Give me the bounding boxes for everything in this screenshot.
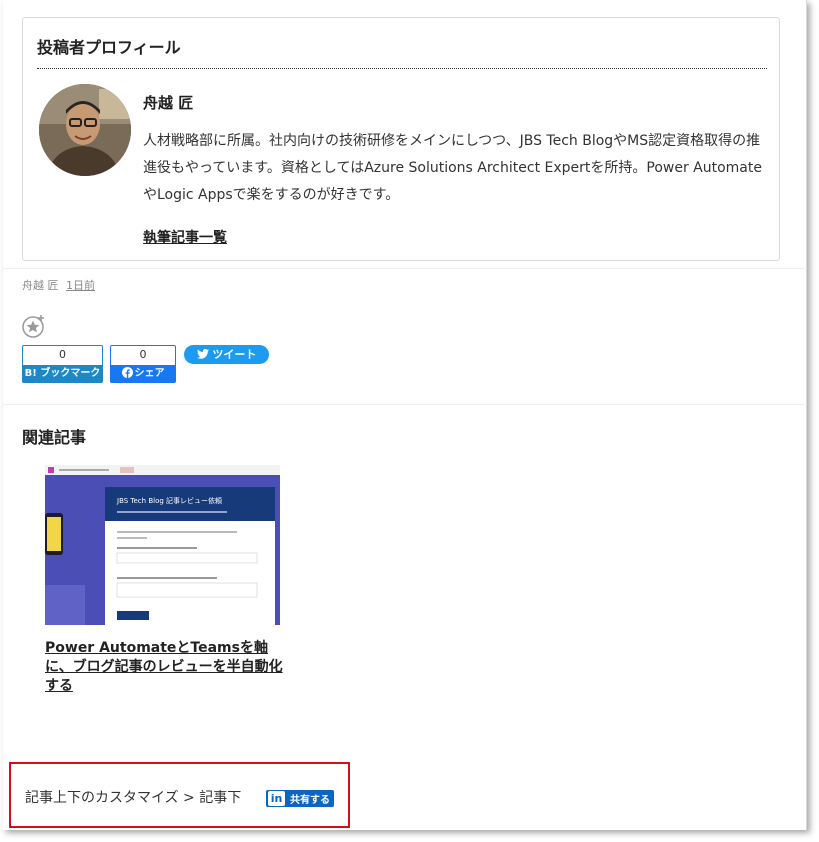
author-bio: 人材戦略部に所属。社内向けの技術研修をメインにしつつ、JBS Tech Blog… bbox=[143, 133, 762, 203]
related-article-link[interactable]: Power AutomateとTeamsを軸に、ブログ記事のレビューを半自動化す… bbox=[45, 639, 290, 696]
author-avatar bbox=[39, 84, 131, 176]
post-meta: 舟越 匠 1日前 bbox=[22, 277, 95, 293]
facebook-label: シェア bbox=[134, 368, 165, 379]
twitter-bird-icon bbox=[196, 349, 209, 359]
facebook-share-label-row: シェア bbox=[111, 365, 175, 383]
linkedin-label: 共有する bbox=[290, 795, 330, 806]
facebook-count: 0 bbox=[139, 348, 147, 361]
hatena-label: B! ブックマーク bbox=[23, 365, 102, 383]
linkedin-icon: in bbox=[268, 791, 285, 806]
facebook-icon bbox=[121, 367, 133, 378]
related-heading: 関連記事 bbox=[22, 428, 87, 447]
star-add-icon[interactable] bbox=[22, 314, 46, 338]
meta-author: 舟越 匠 bbox=[22, 279, 59, 292]
tweet-button[interactable]: ツイート bbox=[184, 345, 269, 364]
hatena-count: 0 bbox=[59, 348, 66, 361]
related-article-thumbnail[interactable]: JBS Tech Blog 記事レビュー依頼 bbox=[45, 465, 280, 625]
thumbnail-title: JBS Tech Blog 記事レビュー依頼 bbox=[116, 496, 222, 505]
page: 投稿者プロフィール 舟越 匠 人材戦略部に所属。社内向けの技術研修をメインにしつ… bbox=[3, 0, 807, 830]
divider bbox=[3, 268, 807, 269]
author-articles-link[interactable]: 執筆記事一覧 bbox=[143, 227, 227, 247]
meta-date-link[interactable]: 1日前 bbox=[66, 279, 95, 292]
customize-breadcrumb: 記事上下のカスタマイズ > 記事下 bbox=[25, 790, 242, 806]
profile-heading: 投稿者プロフィール bbox=[37, 34, 767, 69]
author-profile-box: 投稿者プロフィール 舟越 匠 人材戦略部に所属。社内向けの技術研修をメインにしつ… bbox=[22, 17, 780, 261]
tweet-label: ツイート bbox=[212, 348, 257, 361]
linkedin-share-button[interactable]: in 共有する bbox=[266, 790, 334, 807]
facebook-share-button[interactable]: 0 シェア bbox=[110, 345, 176, 383]
divider bbox=[3, 404, 807, 405]
hatena-bookmark-button[interactable]: 0 B! ブックマーク bbox=[22, 345, 103, 383]
author-name: 舟越 匠 bbox=[143, 94, 194, 112]
